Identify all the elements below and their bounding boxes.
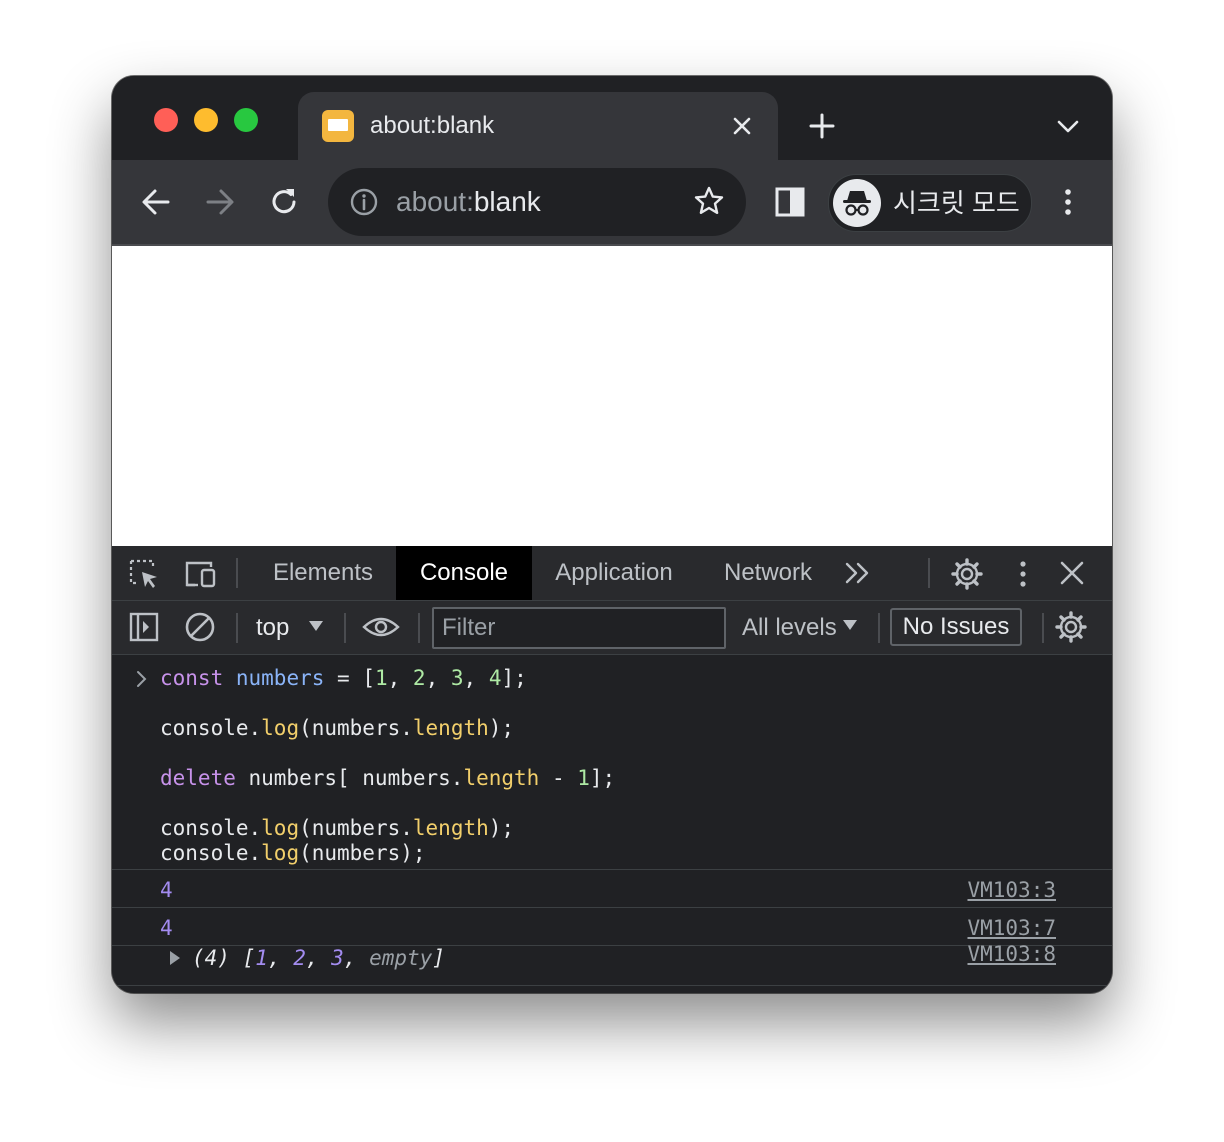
incognito-label: 시크릿 모드 [893, 188, 1020, 218]
toolbar-separator [418, 613, 420, 643]
expand-triangle-icon[interactable] [168, 950, 182, 966]
code-line: console.log(numbers); [160, 841, 426, 865]
filter-box [432, 607, 726, 649]
row-divider [112, 907, 1112, 908]
close-devtools-icon[interactable] [1058, 559, 1086, 587]
array-preview[interactable]: (4) [1, 2, 3, empty] [192, 945, 445, 971]
browser-toolbar: about:blank 시크릿 모드 [112, 160, 1112, 244]
toolbar-separator [236, 613, 238, 643]
tab-elements[interactable]: Elements [252, 546, 394, 600]
close-window-button[interactable] [154, 108, 178, 132]
toolbar-separator [1042, 613, 1044, 643]
log-value: 4 [160, 916, 173, 940]
code-line: delete numbers[ numbers.length - 1]; [160, 766, 616, 790]
address-bar[interactable]: about:blank [328, 168, 746, 236]
console-sidebar-icon[interactable] [128, 611, 160, 643]
row-divider [112, 985, 1112, 986]
browser-window: about:blank about:blank 시크릿 모드 Elements … [112, 76, 1112, 993]
code-line: console.log(numbers.length); [160, 816, 515, 840]
source-link[interactable]: VM103:3 [967, 877, 1056, 903]
incognito-profile-button[interactable]: 시크릿 모드 [828, 174, 1032, 232]
plus-icon[interactable] [806, 110, 838, 142]
inspect-element-icon[interactable] [128, 558, 160, 590]
back-arrow-icon[interactable] [138, 184, 174, 220]
issues-button[interactable]: No Issues [890, 608, 1022, 646]
console-settings-gear-icon[interactable] [1054, 610, 1088, 644]
prompt-chevron-icon [137, 671, 147, 687]
incognito-icon [833, 179, 881, 227]
devtools-tab-bar: Elements Console Application Network [112, 546, 1112, 601]
close-icon[interactable] [726, 110, 758, 142]
tab-title: about:blank [370, 112, 495, 139]
maximize-window-button[interactable] [234, 108, 258, 132]
minimize-window-button[interactable] [194, 108, 218, 132]
tab-about-blank[interactable]: about:blank [298, 92, 778, 160]
log-value: 4 [160, 878, 173, 902]
site-info-icon[interactable] [348, 186, 380, 218]
side-panel-icon[interactable] [772, 184, 808, 220]
log-levels-label: All levels [742, 614, 837, 641]
forward-arrow-icon[interactable] [202, 184, 238, 220]
tab-network[interactable]: Network [704, 546, 832, 600]
clear-console-icon[interactable] [184, 611, 216, 643]
devtools-more-icon[interactable] [1010, 558, 1036, 590]
tab-separator [928, 558, 930, 588]
filter-input[interactable] [434, 609, 722, 647]
devtools-panel: Elements Console Application Network top… [112, 546, 1112, 993]
chevron-down-icon[interactable] [1052, 114, 1084, 138]
double-chevron-right-icon[interactable] [844, 560, 872, 586]
more-menu-icon[interactable] [1052, 184, 1084, 220]
toolbar-separator [344, 613, 346, 643]
tab-strip: about:blank [112, 76, 1112, 160]
source-link[interactable]: VM103:8 [967, 941, 1056, 967]
source-link[interactable]: VM103:7 [967, 915, 1056, 941]
page-content[interactable] [112, 246, 1112, 546]
live-expression-eye-icon[interactable] [362, 613, 400, 641]
console-output[interactable]: const numbers = [1, 2, 3, 4]; console.lo… [112, 655, 1112, 993]
code-line: const numbers = [1, 2, 3, 4]; [160, 666, 527, 690]
console-toolbar: top All levels No Issues [112, 601, 1112, 655]
dropdown-triangle-icon [843, 620, 857, 630]
context-label: top [256, 614, 290, 641]
code-line: console.log(numbers.length); [160, 716, 515, 740]
device-toolbar-icon[interactable] [184, 558, 218, 590]
settings-gear-icon[interactable] [950, 557, 984, 591]
page-favicon-icon [322, 110, 354, 142]
address-text: about:blank [396, 184, 541, 220]
row-divider [112, 869, 1112, 870]
toolbar-separator [878, 613, 880, 643]
tab-application[interactable]: Application [536, 546, 692, 600]
reload-icon[interactable] [266, 184, 302, 220]
tab-console[interactable]: Console [396, 546, 532, 600]
bookmark-star-icon[interactable] [692, 184, 726, 218]
tab-separator [236, 558, 238, 588]
dropdown-triangle-icon [309, 621, 323, 631]
address-host: blank [473, 186, 541, 217]
address-scheme: about: [396, 186, 474, 217]
